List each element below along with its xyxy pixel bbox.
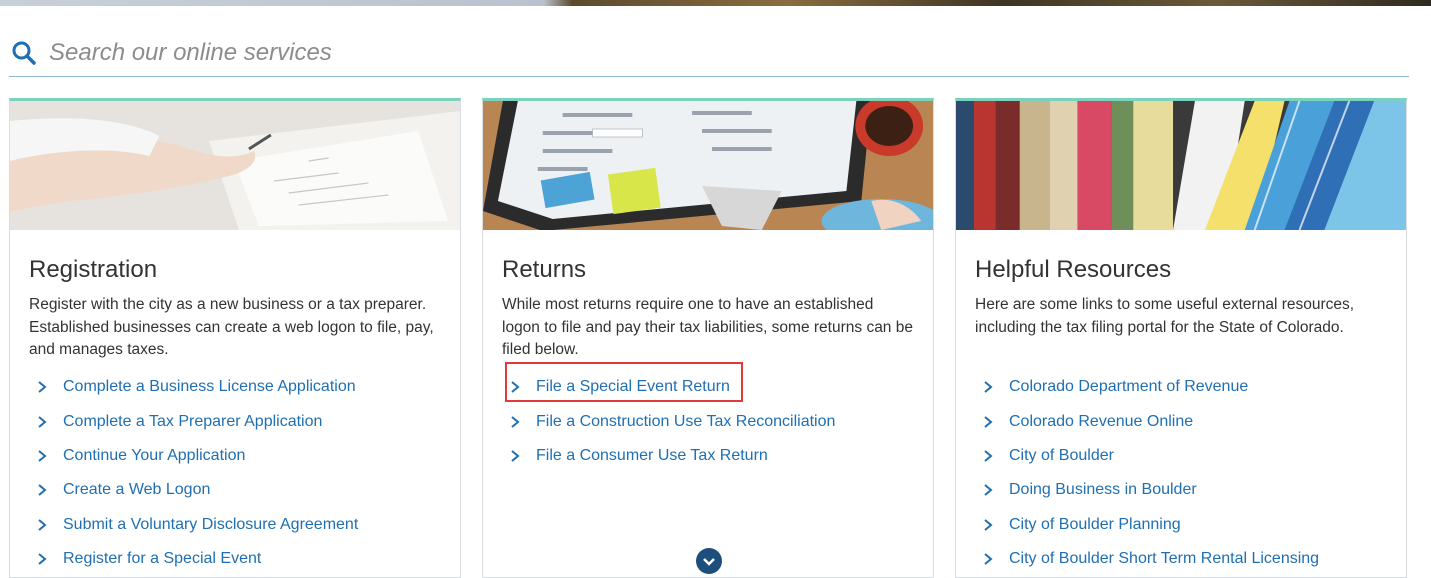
link-colorado-department-of-revenue[interactable]: Colorado Department of Revenue [1009,378,1248,396]
returns-card: Returns While most returns require one t… [482,98,934,578]
chevron-right-icon [511,415,520,428]
computer-form-desk-photo [483,101,933,230]
list-item[interactable]: City of Boulder Short Term Rental Licens… [975,542,1319,576]
list-item[interactable]: File a Special Event Return [502,370,835,404]
list-item[interactable]: File a Construction Use Tax Reconciliati… [502,404,835,438]
link-short-term-rental-licensing[interactable]: City of Boulder Short Term Rental Licens… [1009,550,1319,568]
chevron-right-icon [511,450,520,462]
card-description: While most returns require one to have a… [502,296,913,358]
chevron-right-icon [38,415,47,428]
helpful-resources-card: Helpful Resources Here are some links to… [955,98,1407,578]
registration-links: Complete a Business License Application … [29,370,358,576]
list-item[interactable]: Colorado Revenue Online [975,404,1319,438]
signing-document-photo [10,101,460,230]
chevron-right-icon [38,381,47,393]
list-item[interactable]: City of Boulder Planning [975,508,1319,542]
chevron-right-icon [38,553,47,565]
chevron-right-icon [984,381,993,393]
returns-links: File a Special Event Return File a Const… [502,370,835,473]
link-city-of-boulder-planning[interactable]: City of Boulder Planning [1009,516,1181,534]
link-special-event-return[interactable]: File a Special Event Return [536,378,730,396]
list-item[interactable]: Create a Web Logon [29,473,358,507]
chevron-right-icon [984,484,993,497]
chevron-right-icon [984,553,993,565]
resources-links: Colorado Department of Revenue Colorado … [975,370,1319,576]
chevron-right-icon [984,450,993,462]
search-icon[interactable] [11,40,37,66]
list-item[interactable]: Submit a Voluntary Disclosure Agreement [29,508,358,542]
card-title: Returns [502,256,587,283]
chevron-right-icon [38,518,47,531]
chevron-right-icon [511,381,520,393]
link-register-special-event[interactable]: Register for a Special Event [63,550,261,568]
search-input[interactable] [49,39,1349,67]
link-voluntary-disclosure-agreement[interactable]: Submit a Voluntary Disclosure Agreement [63,516,358,534]
card-title: Helpful Resources [975,256,1172,283]
link-city-of-boulder[interactable]: City of Boulder [1009,447,1114,465]
card-description: Here are some links to some useful exter… [975,296,1355,336]
search-bar[interactable] [9,30,1409,77]
chevron-right-icon [984,518,993,531]
list-item[interactable]: File a Consumer Use Tax Return [502,439,835,473]
chevron-right-icon [984,415,993,428]
list-item[interactable]: Register for a Special Event [29,542,358,576]
list-item[interactable]: City of Boulder [975,439,1319,473]
chevron-right-icon [38,484,47,497]
link-create-web-logon[interactable]: Create a Web Logon [63,481,210,499]
link-colorado-revenue-online[interactable]: Colorado Revenue Online [1009,413,1193,431]
link-consumer-use-tax-return[interactable]: File a Consumer Use Tax Return [536,447,768,465]
list-item[interactable]: Colorado Department of Revenue [975,370,1319,404]
expand-more-button[interactable] [696,548,722,574]
list-item[interactable]: Complete a Tax Preparer Application [29,404,358,438]
card-title: Registration [29,256,158,283]
link-construction-use-tax-reconciliation[interactable]: File a Construction Use Tax Reconciliati… [536,413,835,431]
binders-folders-photo [956,101,1406,230]
list-item[interactable]: Doing Business in Boulder [975,473,1319,507]
list-item[interactable]: Continue Your Application [29,439,358,473]
hero-banner-strip [0,0,1431,6]
registration-card: Registration Register with the city as a… [9,98,461,578]
chevron-right-icon [38,450,47,462]
chevron-down-icon [703,558,715,566]
link-continue-application[interactable]: Continue Your Application [63,447,245,465]
link-tax-preparer-application[interactable]: Complete a Tax Preparer Application [63,413,322,431]
link-business-license-application[interactable]: Complete a Business License Application [63,378,356,396]
card-description: Register with the city as a new business… [29,296,434,358]
link-doing-business-in-boulder[interactable]: Doing Business in Boulder [1009,481,1197,499]
list-item[interactable]: Complete a Business License Application [29,370,358,404]
